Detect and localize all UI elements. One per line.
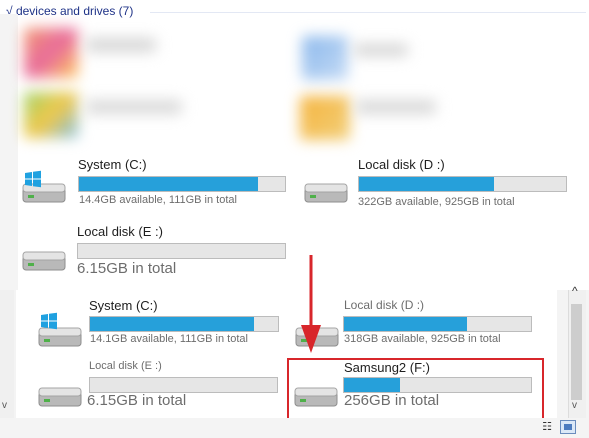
drive-usage-fill: [79, 177, 259, 191]
drive-usage-bar: [358, 176, 567, 192]
section-header-label: devices and drives (7): [15, 4, 134, 18]
windows-logo-icon: [41, 312, 57, 330]
drive-usage-bar: [78, 176, 286, 192]
drive-usage-fill: [344, 317, 468, 331]
hard-drive-icon: [22, 251, 66, 271]
devices-and-drives-header[interactable]: √ devices and drives (7): [6, 4, 133, 18]
section-divider: [150, 12, 586, 13]
drive-name: System (C:): [89, 298, 158, 313]
drive-name: Local disk (E :): [89, 360, 162, 372]
blurred-tile-icon: [302, 36, 348, 80]
details-view-button[interactable]: ☷: [539, 420, 555, 434]
drive-name: System (C:): [78, 157, 147, 172]
blurred-tile-text: [354, 44, 408, 56]
drive-info: 14.1GB available, 111GB in total: [90, 333, 248, 345]
scroll-down-arrow-icon[interactable]: v: [572, 400, 577, 411]
drive-usage-bar: [343, 316, 532, 332]
tiles-view-button[interactable]: [560, 420, 576, 434]
drive-usage-fill: [359, 177, 494, 191]
scrollbar-thumb[interactable]: [571, 304, 582, 400]
drives-panel-before: √ devices and drives (7) System (C:) 14.…: [0, 0, 589, 290]
blurred-tile-icon: [24, 92, 78, 138]
hard-drive-icon: [304, 183, 348, 203]
red-arrow-icon: [301, 255, 321, 353]
blurred-tile-icon: [24, 28, 78, 78]
blurred-tile-icon: [300, 96, 350, 140]
drive-info: 318GB available, 925GB in total: [344, 333, 501, 345]
drive-usage-bar: [89, 377, 278, 393]
windows-logo-icon: [25, 170, 41, 188]
drive-name: Local disk (D :): [358, 157, 445, 172]
scroll-down-arrow-icon[interactable]: v: [2, 400, 7, 411]
blurred-tile-text: [86, 100, 182, 114]
hard-drive-icon: [38, 387, 82, 407]
blurred-tile-text: [356, 100, 436, 114]
blurred-tile-text: [86, 38, 156, 52]
drive-name: Local disk (D :): [344, 298, 425, 312]
new-drive-highlight: [287, 358, 544, 420]
drive-info: 6.15GB in total: [87, 392, 187, 409]
drive-usage-fill: [90, 317, 254, 331]
drive-info: 14.4GB available, 111GB in total: [79, 194, 237, 206]
drive-usage-bar: [77, 243, 286, 259]
scroll-up-arrow-icon[interactable]: ^: [572, 284, 578, 298]
drive-info: 6.15GB in total: [77, 260, 177, 277]
drive-name: Local disk (E :): [77, 224, 163, 239]
status-bar: [0, 418, 589, 438]
drive-usage-bar: [89, 316, 279, 332]
drive-info: 322GB available, 925GB in total: [358, 196, 515, 208]
panel-left-edge: [0, 14, 18, 290]
